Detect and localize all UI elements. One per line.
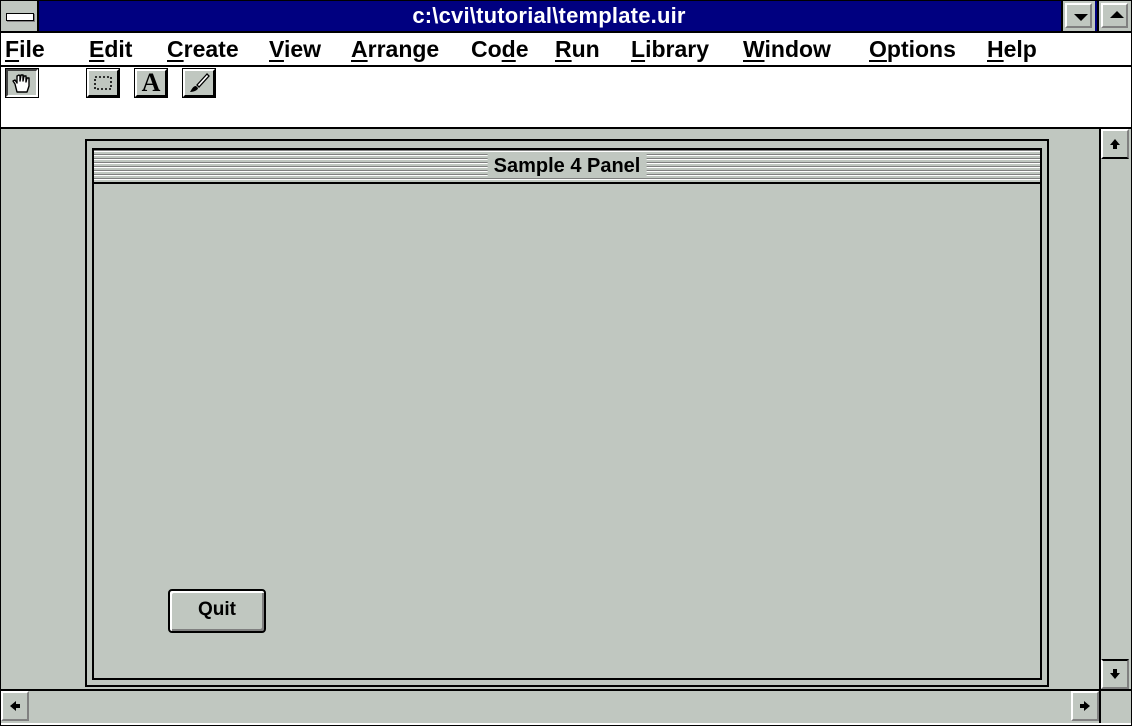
menu-create[interactable]: Create [167,33,239,65]
menu-code[interactable]: Code [471,33,529,65]
menu-file-label: File [5,36,45,62]
menu-code-label: Code [471,36,529,62]
select-tool-button[interactable] [86,68,120,98]
menu-library[interactable]: Library [631,33,709,65]
arrow-right-icon [1080,701,1090,711]
maximize-button[interactable] [1097,1,1131,31]
menu-help-label: Help [987,36,1037,62]
menu-help[interactable]: Help [987,33,1037,65]
minimize-icon [1074,14,1088,21]
menu-view[interactable]: View [269,33,321,65]
menu-window-label: Window [743,36,831,62]
menu-view-label: View [269,36,322,62]
menu-library-label: Library [631,36,709,62]
vertical-scrollbar[interactable] [1099,129,1131,689]
menu-run-label: Run [555,36,600,62]
menu-edit[interactable]: Edit [89,33,132,65]
arrow-left-icon [10,701,20,711]
menu-file[interactable]: File [5,33,45,65]
system-menu-button[interactable] [1,1,39,31]
menu-create-label: Create [167,36,239,62]
arrow-up-icon [1110,139,1120,149]
hand-icon [12,74,30,93]
menu-run[interactable]: Run [555,33,600,65]
title-bar: c:\cvi\tutorial\template.uir [1,1,1131,33]
operate-tool-button[interactable] [5,68,39,98]
text-tool-button[interactable]: A [134,68,168,98]
scroll-up-button[interactable] [1101,129,1129,159]
scrollbar-corner [1099,689,1131,723]
quit-button[interactable]: Quit [168,589,266,633]
toolbar: A [1,67,1131,129]
sample-panel[interactable]: Sample 4 Panel Quit [85,139,1049,687]
panel-title: Sample 4 Panel [487,154,647,178]
system-menu-icon [6,13,34,21]
menu-bar: File Edit Create View Arrange Code Run L… [1,33,1131,67]
maximize-icon [1110,11,1124,18]
editor-workspace: Sample 4 Panel Quit [1,129,1099,689]
scroll-down-button[interactable] [1101,659,1129,689]
menu-options-label: Options [869,36,956,62]
cvi-uir-editor-window: c:\cvi\tutorial\template.uir File Edit C… [0,0,1132,726]
horizontal-scrollbar[interactable] [1,689,1099,723]
minimize-button[interactable] [1061,1,1095,31]
menu-options[interactable]: Options [869,33,956,65]
scroll-left-button[interactable] [1,691,29,721]
menu-window[interactable]: Window [743,33,831,65]
panel-title-bar[interactable]: Sample 4 Panel [94,150,1040,184]
menu-arrange-label: Arrange [351,36,440,62]
menu-arrange[interactable]: Arrange [351,33,439,65]
select-rect-icon [94,76,112,90]
arrow-down-icon [1110,669,1120,679]
window-title: c:\cvi\tutorial\template.uir [412,3,686,28]
paintbrush-icon [190,73,210,92]
scroll-right-button[interactable] [1071,691,1099,721]
text-tool-icon: A [141,68,161,97]
panel-frame: Sample 4 Panel Quit [92,148,1042,680]
color-tool-button[interactable] [182,68,216,98]
menu-edit-label: Edit [89,36,133,62]
